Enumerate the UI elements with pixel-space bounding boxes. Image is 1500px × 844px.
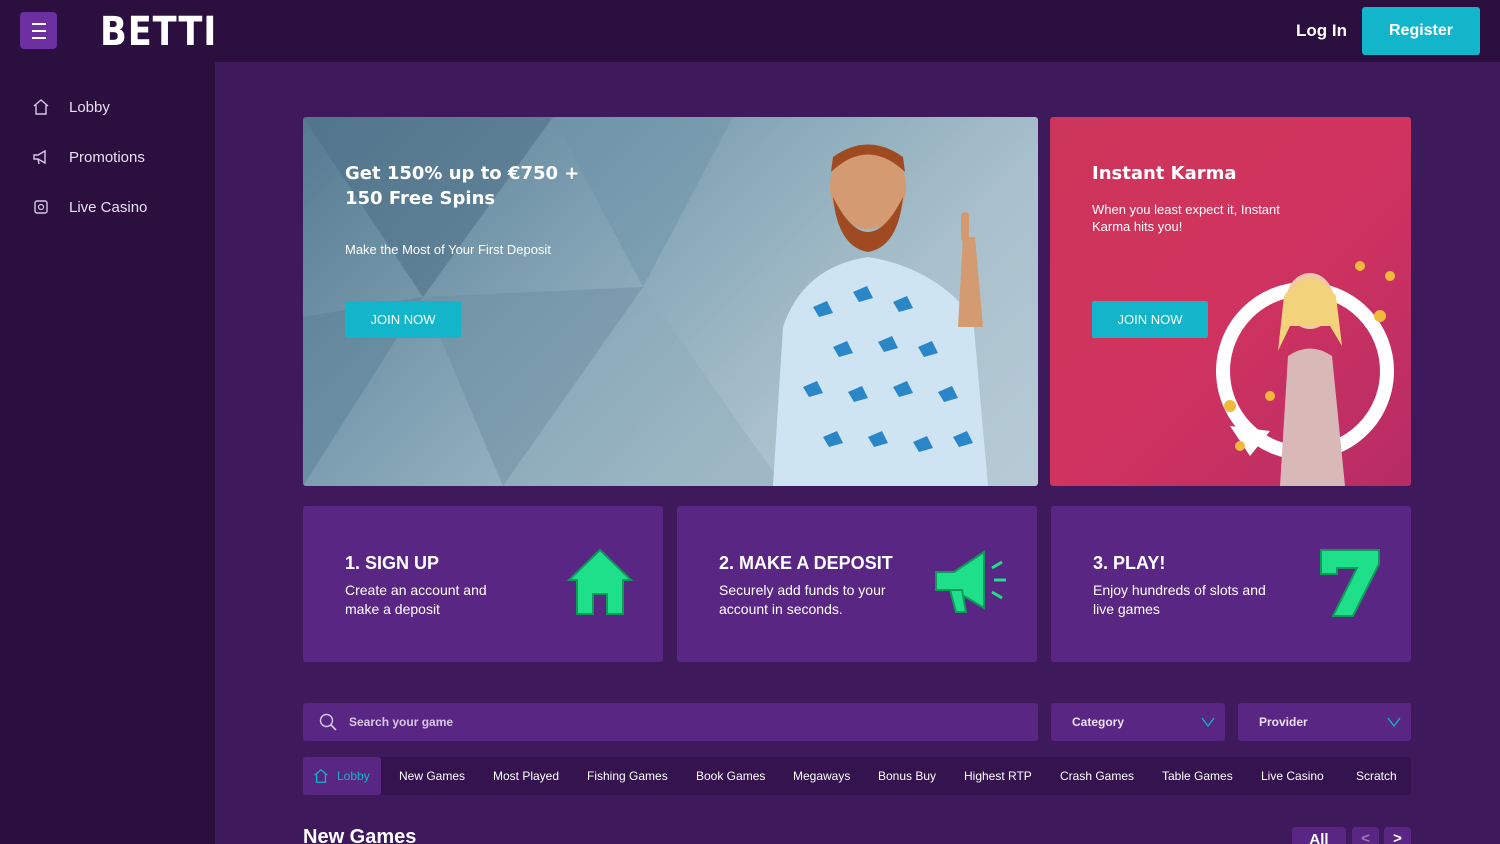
tab-crash-games[interactable]: Crash Games: [1060, 757, 1134, 795]
live-casino-icon: [32, 198, 50, 216]
chevron-down-icon: [1387, 717, 1401, 728]
category-label: Category: [1072, 715, 1125, 729]
tab-bonus-buy[interactable]: Bonus Buy: [878, 757, 936, 795]
prev-button[interactable]: <: [1352, 827, 1379, 844]
sidebar-item-lobby[interactable]: Lobby: [32, 96, 110, 118]
home-icon: [32, 98, 50, 116]
banner-subtitle: Make the Most of Your First Deposit: [345, 242, 551, 257]
join-now-button[interactable]: JOIN NOW: [1092, 301, 1208, 338]
sidebar-item-promotions[interactable]: Promotions: [32, 146, 145, 168]
login-link[interactable]: Log In: [1296, 21, 1347, 41]
sidebar: Lobby Promotions Live Casino: [0, 62, 215, 844]
step-title: 1. SIGN UP: [345, 553, 440, 573]
join-now-button[interactable]: JOIN NOW: [345, 301, 461, 338]
home-icon: [314, 768, 328, 783]
banner-title-line: 150 Free Spins: [345, 188, 496, 209]
menu-button[interactable]: [20, 12, 57, 49]
step-description: Securely add funds to your account in se…: [719, 582, 886, 617]
step-card-sign-up: 1. SIGN UP Create an account and make a …: [303, 506, 663, 662]
hamburger-icon: [31, 22, 46, 25]
tab-lobby[interactable]: Lobby: [303, 757, 381, 795]
tab-book-games[interactable]: Book Games: [696, 757, 765, 795]
category-select[interactable]: Category: [1051, 703, 1225, 741]
tab-table-games[interactable]: Table Games: [1162, 757, 1233, 795]
tab-scratch[interactable]: Scratch: [1356, 757, 1397, 795]
welcome-bonus-banner[interactable]: Get 150% up to €750 + 150 Free Spins Mak…: [303, 117, 1038, 486]
view-all-button[interactable]: All: [1292, 827, 1346, 844]
step-description: Create an account and make a deposit: [345, 582, 487, 617]
seven-icon: [1320, 549, 1380, 617]
game-search: [303, 703, 1038, 741]
step-description: Enjoy hundreds of slots and live games: [1093, 582, 1266, 617]
tab-live-casino[interactable]: Live Casino: [1261, 757, 1324, 795]
instant-karma-banner[interactable]: Instant Karma When you least expect it, …: [1050, 117, 1411, 486]
sidebar-item-live-casino[interactable]: Live Casino: [32, 196, 147, 218]
sidebar-item-label: Promotions: [69, 148, 145, 166]
megaphone-icon: [32, 148, 50, 166]
register-button[interactable]: Register: [1362, 7, 1480, 55]
banner-subtitle: When you least expect it, Instant Karma …: [1092, 201, 1280, 235]
hamburger-icon: [31, 29, 46, 32]
next-button[interactable]: >: [1384, 827, 1411, 844]
section-title: New Games: [303, 826, 417, 844]
karma-woman-image: [1216, 261, 1395, 486]
tab-megaways[interactable]: Megaways: [793, 757, 850, 795]
site-logo[interactable]: BETTI: [100, 9, 217, 55]
banner-title: Get 150% up to €750 + 150 Free Spins: [345, 161, 579, 211]
tab-most-played[interactable]: Most Played: [493, 757, 559, 795]
search-input[interactable]: [349, 703, 949, 741]
banner-title-line: Get 150% up to €750 +: [345, 163, 580, 184]
megaphone-icon: [935, 550, 1006, 613]
tab-new-games[interactable]: New Games: [399, 757, 465, 795]
house-icon: [566, 548, 634, 615]
promo-man-image: [773, 144, 988, 486]
sidebar-item-label: Lobby: [69, 98, 110, 116]
tab-fishing-games[interactable]: Fishing Games: [587, 757, 668, 795]
provider-label: Provider: [1259, 715, 1308, 729]
step-title: 2. MAKE A DEPOSIT: [719, 553, 893, 573]
tab-label: Lobby: [337, 769, 370, 783]
provider-select[interactable]: Provider: [1238, 703, 1411, 741]
game-category-tabs: Lobby New Games Most Played Fishing Game…: [303, 757, 1411, 795]
hamburger-icon: [31, 36, 46, 39]
step-card-play: 3. PLAY! Enjoy hundreds of slots and liv…: [1051, 506, 1411, 662]
sidebar-item-label: Live Casino: [69, 198, 148, 216]
banner-subtitle-line: When you least expect it, Instant: [1092, 202, 1280, 217]
search-icon: [319, 713, 337, 731]
step-card-make-deposit: 2. MAKE A DEPOSIT Securely add funds to …: [677, 506, 1037, 662]
top-header: BETTI Log In Register: [0, 0, 1500, 62]
banner-subtitle-line: Karma hits you!: [1092, 219, 1183, 234]
chevron-down-icon: [1201, 717, 1215, 728]
step-title: 3. PLAY!: [1093, 553, 1166, 573]
tab-highest-rtp[interactable]: Highest RTP: [964, 757, 1032, 795]
banner-title: Instant Karma: [1092, 163, 1237, 184]
